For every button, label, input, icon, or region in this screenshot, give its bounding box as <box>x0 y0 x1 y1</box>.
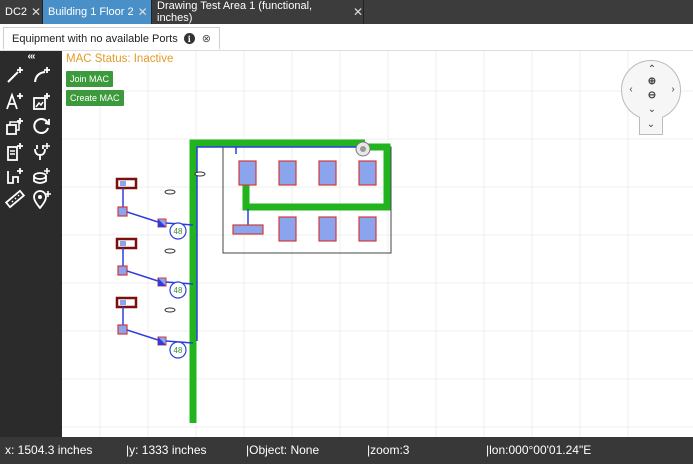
device[interactable] <box>318 160 337 186</box>
device[interactable] <box>278 160 297 186</box>
close-circle-icon[interactable]: ⊗ <box>202 32 211 45</box>
collapse-toolbar-icon[interactable]: ‹‹‹ <box>0 51 62 63</box>
equipment-box[interactable] <box>115 296 138 309</box>
tab-dc2[interactable]: DC2 ✕ <box>0 0 43 24</box>
create-mac-button[interactable]: Create MAC <box>66 90 124 106</box>
port-count-label: 48 <box>174 286 183 295</box>
zoom-level: |zoom:3 <box>367 443 410 457</box>
measure-icon[interactable] <box>3 188 27 210</box>
equipment-box[interactable] <box>115 177 138 190</box>
device[interactable] <box>238 160 257 186</box>
device[interactable] <box>358 216 377 242</box>
add-text-icon[interactable] <box>3 90 27 112</box>
device-horizontal[interactable] <box>232 224 264 235</box>
app-window: DC2 ✕ Building 1 Floor 2 ✕ Drawing Test … <box>0 0 693 464</box>
floor-drawing: 48 48 48 <box>115 139 392 423</box>
expand-nav-icon[interactable]: ⌄ <box>639 117 663 135</box>
tab-label: Building 1 Floor 2 <box>48 6 134 18</box>
close-icon[interactable]: ✕ <box>353 5 363 19</box>
longitude: |lon:000°00'01.24"E <box>486 443 592 457</box>
join-mac-button[interactable]: Join MAC <box>66 71 114 87</box>
tab-equipment-no-ports[interactable]: Equipment with no available Ports i ⊗ <box>3 27 220 49</box>
close-icon[interactable]: ✕ <box>31 5 41 19</box>
device[interactable] <box>358 160 377 186</box>
y-coordinate: |y: 1333 inches <box>126 443 207 457</box>
device[interactable] <box>318 216 337 242</box>
rotate-icon[interactable] <box>30 115 54 137</box>
info-icon[interactable]: i <box>183 33 195 44</box>
tab-label: DC2 <box>5 6 28 18</box>
add-arc-icon[interactable] <box>30 64 54 86</box>
pan-down-icon[interactable]: ⌄ <box>646 104 658 116</box>
zoom-in-icon[interactable]: ⊕ <box>646 76 658 88</box>
equipment-box[interactable] <box>115 237 138 250</box>
tab-bar: DC2 ✕ Building 1 Floor 2 ✕ Drawing Test … <box>0 0 693 24</box>
pan-up-icon[interactable]: ⌃ <box>646 64 658 76</box>
drawing-toolbar: ‹‹‹ <box>0 51 62 437</box>
device[interactable] <box>278 216 297 242</box>
status-bar: x: 1504.3 inches |y: 1333 inches |Object… <box>0 437 693 464</box>
subtab-label: Equipment with no available Ports <box>12 32 178 45</box>
add-cable-reel-icon[interactable] <box>30 165 54 187</box>
tab-label: Drawing Test Area 1 (functional, inches) <box>157 0 313 24</box>
add-path-icon[interactable] <box>3 165 27 187</box>
selected-object: |Object: None <box>246 443 320 457</box>
port-count-badge[interactable]: 48 <box>169 341 187 359</box>
pan-left-icon[interactable]: ‹ <box>625 84 637 96</box>
drawing-canvas[interactable]: 48 48 48 <box>0 50 693 438</box>
port-count-label: 48 <box>174 346 183 355</box>
x-coordinate: x: 1504.3 inches <box>5 443 93 457</box>
pan-right-icon[interactable]: › <box>667 84 679 96</box>
add-rack-icon[interactable] <box>3 140 27 162</box>
zoom-out-icon[interactable]: ⊖ <box>646 90 658 102</box>
close-icon[interactable]: ✕ <box>138 5 148 19</box>
pan-zoom-control[interactable]: ⌃ ‹ › ⊕ ⊖ ⌄ <box>621 60 681 120</box>
add-location-icon[interactable] <box>30 188 54 210</box>
port-count-badge[interactable]: 48 <box>169 281 187 299</box>
add-line-icon[interactable] <box>3 64 27 86</box>
add-shape-icon[interactable] <box>3 115 27 137</box>
mac-status-text: MAC Status: Inactive <box>66 53 174 65</box>
tab-building-1-floor-2[interactable]: Building 1 Floor 2 ✕ <box>43 0 152 24</box>
tab-drawing-test-area[interactable]: Drawing Test Area 1 (functional, inches)… <box>152 0 364 24</box>
add-image-icon[interactable] <box>30 90 54 112</box>
port-count-badge[interactable]: 48 <box>169 222 187 240</box>
add-connector-icon[interactable] <box>30 140 54 162</box>
port-count-label: 48 <box>174 227 183 236</box>
